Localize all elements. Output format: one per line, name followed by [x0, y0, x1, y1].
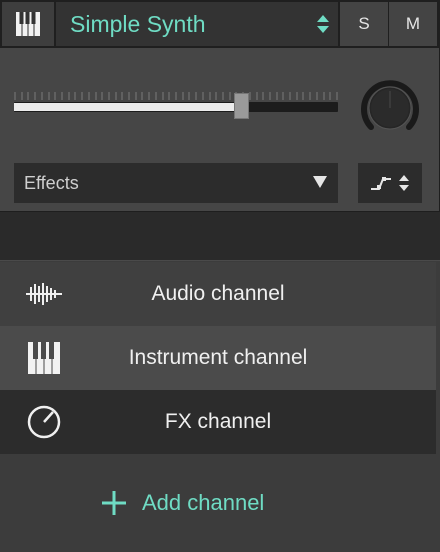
fx-channel-option[interactable]: FX channel	[0, 390, 436, 454]
volume-fader[interactable]	[14, 90, 338, 120]
solo-button[interactable]: S	[340, 2, 388, 46]
fader-ticks	[14, 92, 338, 100]
channel-strip: Simple Synth S M Effects	[0, 0, 440, 212]
fader-thumb[interactable]	[234, 93, 249, 119]
routing-step-icon	[371, 177, 391, 190]
add-channel-label: Add channel	[142, 490, 265, 515]
instrument-channel-label: Instrument channel	[128, 346, 308, 369]
audio-channel-option[interactable]: Audio channel	[0, 262, 436, 326]
updown-arrows-icon	[399, 175, 409, 191]
instrument-select[interactable]: Simple Synth	[56, 2, 338, 46]
instrument-name: Simple Synth	[70, 10, 206, 37]
channel-header: Simple Synth S M	[0, 0, 440, 48]
add-channel-panel: Audio channel Instrument channel FX chan…	[0, 260, 440, 552]
caret-down-icon	[313, 176, 327, 188]
audio-channel-label: Audio channel	[151, 282, 285, 305]
fader-fill	[14, 103, 241, 111]
add-channel-button[interactable]: Add channel	[100, 481, 300, 525]
effects-label: Effects	[24, 172, 79, 193]
instrument-channel-option[interactable]: Instrument channel	[0, 326, 436, 390]
instrument-icon-button[interactable]	[2, 2, 54, 46]
piano-keys-icon	[16, 12, 40, 36]
pan-knob[interactable]	[359, 77, 421, 137]
routing-dropdown[interactable]	[358, 163, 422, 203]
effects-dropdown[interactable]: Effects	[14, 163, 338, 203]
plus-icon	[102, 491, 126, 515]
fx-channel-label: FX channel	[164, 410, 272, 433]
updown-arrows-icon	[317, 15, 329, 33]
mute-button[interactable]: M	[389, 2, 437, 46]
